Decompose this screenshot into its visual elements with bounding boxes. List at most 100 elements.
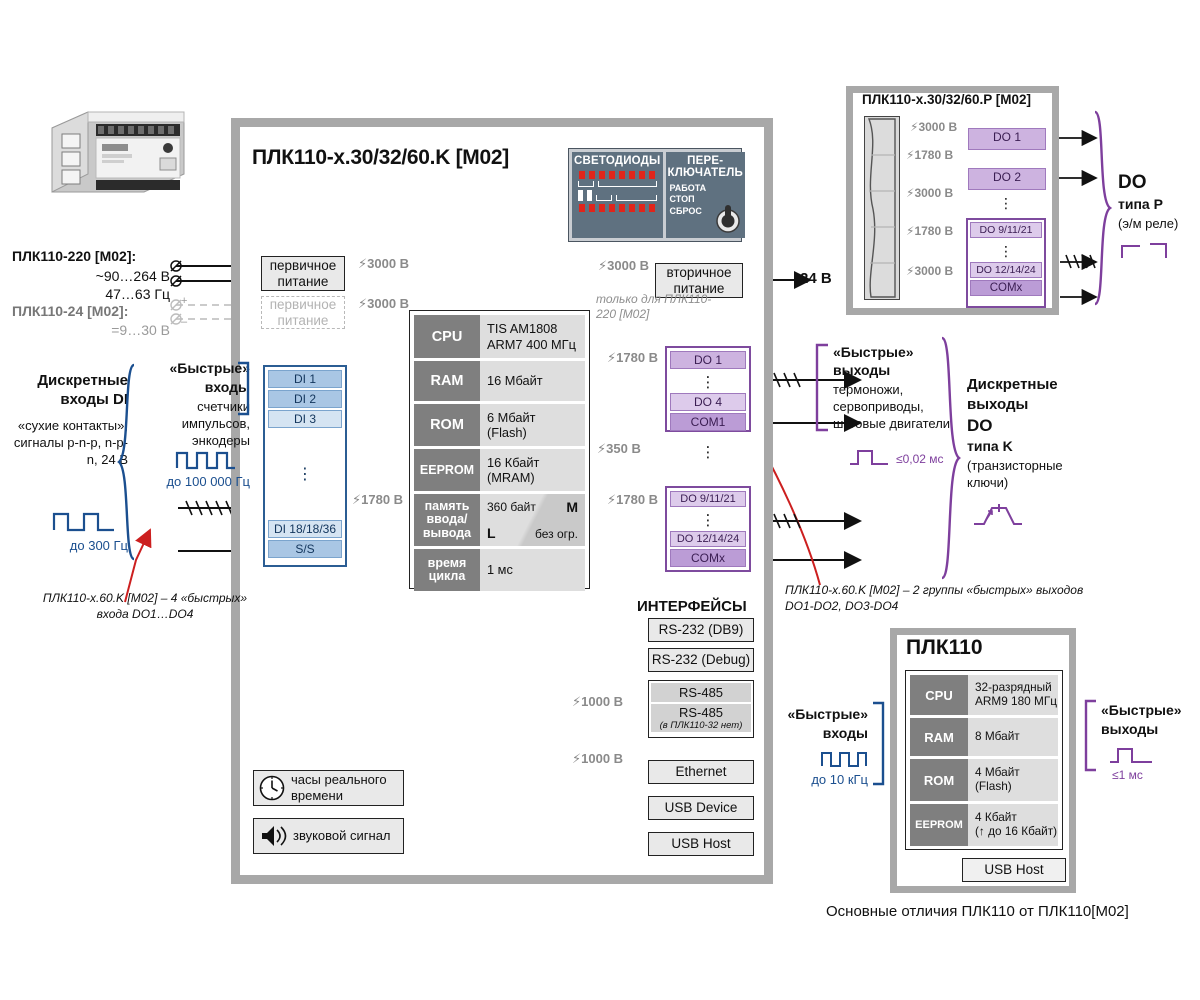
interface-rs485-group: RS-485 RS-485 (в ПЛК110-32 нет) xyxy=(648,680,754,738)
legacy-key-eeprom: EEPROM xyxy=(910,804,968,846)
cpu-key-memory: память ввода/вывода xyxy=(414,494,480,546)
do-k-brace xyxy=(940,336,961,580)
do-k-title2: выходы xyxy=(967,396,1029,413)
mem-size: 360 байт xyxy=(487,500,536,514)
relay-do-comx: COMx xyxy=(970,280,1042,296)
plc-device-photo xyxy=(44,100,192,200)
cpu-key-rom: ROM xyxy=(414,404,480,446)
realtime-clock-label: часы реального времени xyxy=(291,772,387,803)
fast-pulse-waveform xyxy=(175,451,235,470)
primary-power-box-ghost: первичное питание xyxy=(261,296,345,329)
legacy-spec-table: CPU 32-разрядный ARM9 180 МГц RAM 8 Мбай… xyxy=(905,670,1063,850)
relay-contact-icon xyxy=(1121,243,1167,258)
legacy-val-ram: 8 Мбайт xyxy=(968,718,1058,756)
legacy-row-eeprom: EEPROM 4 Кбайт (↑ до 16 Кбайт) xyxy=(910,804,1058,846)
interface-usb-host: USB Host xyxy=(648,832,754,856)
fast-inputs-bracket xyxy=(238,361,250,416)
cpu-val-cycle: 1 мс xyxy=(480,549,585,591)
legacy-row-cpu: CPU 32-разрядный ARM9 180 МГц xyxy=(910,675,1058,715)
relay-do-12: DO 12/14/24 xyxy=(970,262,1042,278)
legacy-caption: Основные отличия ПЛК110 от ПЛК110[M02] xyxy=(826,903,1129,920)
iso-primary-2: ⚡3000 В xyxy=(358,296,410,311)
legacy-fast-outputs-bracket xyxy=(1084,699,1096,772)
switch-section[interactable]: ПЕРЕ-КЛЮЧАТЕЛЬ РАБОТА СТОП СБРОС xyxy=(665,152,745,238)
iso-do-top: ⚡1780 В xyxy=(607,350,659,365)
di-cell-ellipsis: ⋮ xyxy=(268,430,342,518)
fast-outputs-bracket xyxy=(815,343,828,432)
leds-section: СВЕТОДИОДЫ xyxy=(572,152,663,238)
cpu-row-cpu: CPU TIS AM1808 ARM7 400 МГц xyxy=(414,315,585,358)
legacy-val-rom: 4 Мбайт (Flash) xyxy=(968,759,1058,801)
primary-power-box: первичное питание xyxy=(261,256,345,291)
do-cell-1: DO 1 xyxy=(670,351,746,369)
do-p-brace xyxy=(1093,110,1113,306)
do-group-1: DO 1 ⋮ DO 4 COM1 xyxy=(665,346,751,432)
cpu-val-rom: 6 Мбайт (Flash) xyxy=(480,404,585,446)
do-cell-comx: COMx xyxy=(670,549,746,567)
di-title-line2: входы DI xyxy=(60,391,128,408)
di-slow-rate: до 300 Гц xyxy=(69,538,128,553)
iso-di: ⚡1780 В xyxy=(352,492,404,507)
primary-power-label: первичное питание xyxy=(269,258,337,289)
fast-inputs-desc: счетчики импульсов, энкодеры xyxy=(181,399,250,448)
fast-output-pulse-waveform xyxy=(850,450,888,465)
rotary-switch-icon[interactable] xyxy=(715,205,741,233)
relay-bus-bar xyxy=(864,116,900,300)
do-p-title2: типа P xyxy=(1118,196,1163,212)
legacy-val-eeprom: 4 Кбайт (↑ до 16 Кбайт) xyxy=(968,804,1058,846)
switch-mode-stop: СТОП xyxy=(669,194,695,205)
relay-iso-4: ⚡1780 В xyxy=(906,224,954,238)
legacy-fast-out-waveform xyxy=(1110,748,1152,763)
fast-outputs-desc: термоножи, сервоприводы, шаговые двигате… xyxy=(833,382,951,431)
slow-pulse-waveform xyxy=(52,512,114,532)
do-k-note: ПЛК110-x.60.K [M02] – 2 группы «быстрых»… xyxy=(785,583,1084,614)
di-cell-last: DI 18/18/36 xyxy=(268,520,342,538)
supply-terminals xyxy=(170,260,182,325)
mem-unlimited: без огр. xyxy=(534,526,578,541)
di-cell-ss: S/S xyxy=(268,540,342,558)
do-cell-12: DO 12/14/24 xyxy=(670,531,746,547)
di-title-line1: Дискретные xyxy=(37,372,128,389)
do-group2-ellipsis: ⋮ xyxy=(700,512,716,529)
do-k-title1: Дискретные xyxy=(967,376,1058,393)
di-note: ПЛК110-x.60.K [M02] – 4 «быстрых» входа … xyxy=(42,591,248,622)
cpu-spec-table: CPU TIS AM1808 ARM7 400 МГц RAM 16 Мбайт… xyxy=(409,310,590,591)
di-cell-1: DI 1 xyxy=(268,370,342,388)
di-cell-2: DI 2 xyxy=(268,390,342,408)
cpu-val-ram: 16 Мбайт xyxy=(480,361,585,401)
main-title: ПЛК110-x.30/32/60.K [M02] xyxy=(252,146,509,169)
mem-class-l: L xyxy=(487,525,496,542)
do-cell-4: DO 4 xyxy=(670,393,746,411)
legacy-fast-out-time: ≤1 мс xyxy=(1112,768,1143,782)
relay-iso-3: ⚡3000 В xyxy=(906,186,954,200)
relay-group-ellipsis: ⋮ xyxy=(999,242,1013,259)
do-cell-9: DO 9/11/21 xyxy=(670,491,746,507)
cpu-val-cpu: TIS AM1808 ARM7 400 МГц xyxy=(480,315,585,358)
cpu-key-ram: RAM xyxy=(414,361,480,401)
do-k-title4: типа K xyxy=(967,438,1013,454)
cpu-row-cycle: время цикла 1 мс xyxy=(414,549,585,591)
cpu-row-eeprom: EEPROM 16 Кбайт (MRAM) xyxy=(414,449,585,491)
primary-power-ghost-label: первичное питание xyxy=(269,297,337,328)
legacy-fast-in-rate: до 10 кГц xyxy=(811,772,868,787)
legacy-key-ram: RAM xyxy=(910,718,968,756)
relay-iso-2: ⚡1780 В xyxy=(906,148,954,162)
iso-secondary: ⚡3000 В xyxy=(598,258,650,273)
speaker-icon xyxy=(262,826,287,846)
fast-outputs-title1: «Быстрые» xyxy=(833,344,914,360)
secondary-output-voltage: 24 В xyxy=(800,270,832,287)
legacy-fast-out-title2: выходы xyxy=(1101,721,1159,737)
interfaces-title: ИНТЕРФЕЙСЫ xyxy=(637,598,747,615)
legacy-key-cpu: CPU xyxy=(910,675,968,715)
legacy-row-rom: ROM 4 Мбайт (Flash) xyxy=(910,759,1058,801)
leds-title: СВЕТОДИОДЫ xyxy=(574,155,661,167)
clock-icon xyxy=(259,775,285,801)
cpu-row-rom: ROM 6 Мбайт (Flash) xyxy=(414,404,585,446)
relay-do-2: DO 2 xyxy=(968,168,1046,190)
fast-output-time: ≤0,02 мс xyxy=(896,452,944,466)
iso-rs485: ⚡1000 В xyxy=(572,694,624,709)
switch-mode-run: РАБОТА xyxy=(669,183,707,194)
relay-ellipsis: ⋮ xyxy=(999,195,1013,211)
supply-24-title: ПЛК110-24 [M02]: xyxy=(12,303,129,319)
do-k-title5: (транзисторные ключи) xyxy=(967,458,1063,490)
